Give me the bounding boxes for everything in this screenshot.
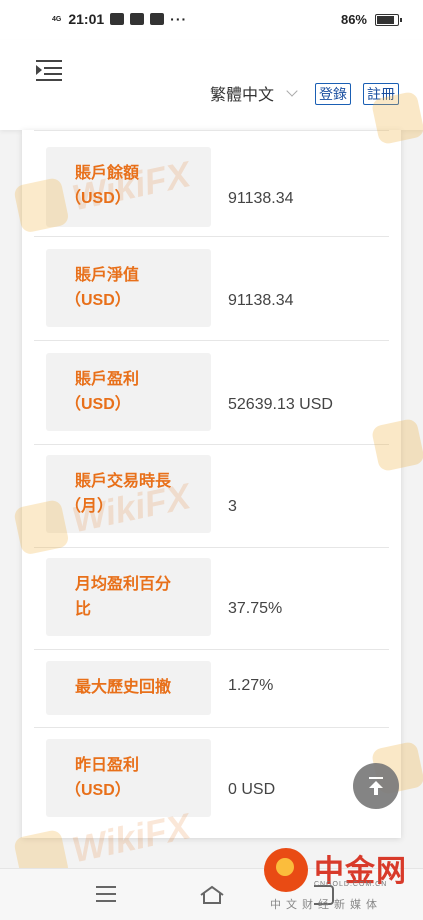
wikifx-logo-icon [370,90,423,146]
stat-row-drawdown: 最大歷史回撤 1.27% [34,650,389,728]
stat-value: 91138.34 [228,190,294,207]
stat-row-duration: 賬戶交易時長 （月） 3 [34,445,389,548]
stat-value: 0 USD [228,781,276,798]
stat-value: 1.27% [228,677,274,694]
mail-icon [110,13,125,25]
language-selector[interactable]: 繁體中文 [210,81,298,105]
chevron-down-icon [286,85,298,97]
brand-slogan: 中文财经新媒体 [270,899,382,911]
nav-menu-icon[interactable] [96,886,116,902]
stat-label-line2: （USD） [65,292,131,309]
stat-label: 最大歷史回撤 [46,661,211,715]
stat-label: 月均盈利百分 比 [46,558,211,636]
stat-label: 賬戶淨值 （USD） [46,249,211,327]
menu-collapse-icon[interactable] [36,58,62,82]
stat-row-profit: 賬戶盈利 （USD） 52639.13 USD [34,341,389,445]
stat-label: 賬戶盈利 （USD） [46,353,211,431]
scroll-to-top-button[interactable] [353,763,399,809]
message-icon [130,13,145,25]
stat-label: 昨日盈利 （USD） [46,739,211,817]
cngold-logo-icon [264,848,308,892]
stat-label-line1: 賬戶交易時長 [75,473,172,490]
stat-value: 37.75% [228,600,283,617]
status-bar: 4G 21:01 ··· 86% [0,0,423,40]
stat-label: 賬戶餘額 （USD） [46,147,211,227]
stat-label-line2: （USD） [65,782,131,799]
stat-label-line1: 最大歷史回撤 [75,679,172,696]
stat-label-line1: 賬戶盈利 [75,371,140,388]
stat-label: 賬戶交易時長 （月） [46,455,211,533]
cngold-brand: 中金网 CNGOLD.COM.CN 中文财经新媒体 [264,846,414,911]
status-right: 86% [340,12,402,27]
stat-label-line1: 月均盈利百分 [75,576,172,593]
language-label: 繁體中文 [210,87,275,104]
stat-label-line2: 比 [75,601,92,618]
stat-label-line1: 昨日盈利 [75,757,140,774]
stat-value: 91138.34 [228,292,294,309]
brand-url: CNGOLD.COM.CN [314,881,388,888]
stat-value: 52639.13 USD [228,396,333,413]
wikifx-logo-icon [370,417,423,473]
stat-row-monthly-profit: 月均盈利百分 比 37.75% [34,548,389,650]
battery-percent: 86% [340,12,367,27]
clock: 21:01 [68,11,105,27]
stat-label-line2: （USD） [65,190,131,207]
facebook-icon [150,13,165,25]
stat-label-line1: 賬戶餘額 [75,165,140,182]
battery-icon [375,13,402,26]
stat-label-line1: 賬戶淨值 [75,267,140,284]
stat-label-line2: （月） [65,498,114,515]
site-header: 繁體中文 登錄 註冊 [0,40,423,130]
stat-row-yesterday: 昨日盈利 （USD） 0 USD [34,728,389,838]
stat-row-equity: 賬戶淨值 （USD） 91138.34 [34,237,389,341]
more-notifications: ··· [170,11,188,27]
stat-row-balance: 賬戶餘額 （USD） 91138.34 [34,130,389,237]
account-stats-card: 賬戶餘額 （USD） 91138.34 賬戶淨值 （USD） 91138.34 … [22,130,401,838]
arrow-up-to-top-icon [369,777,383,779]
login-button[interactable]: 登錄 [315,83,351,105]
stat-label-line2: （USD） [65,396,131,413]
arrow-stem [374,787,378,795]
home-icon[interactable] [199,885,225,905]
network-indicator: 4G [52,15,62,23]
status-left: 4G 21:01 ··· [52,11,187,27]
stat-value: 3 [228,498,237,515]
